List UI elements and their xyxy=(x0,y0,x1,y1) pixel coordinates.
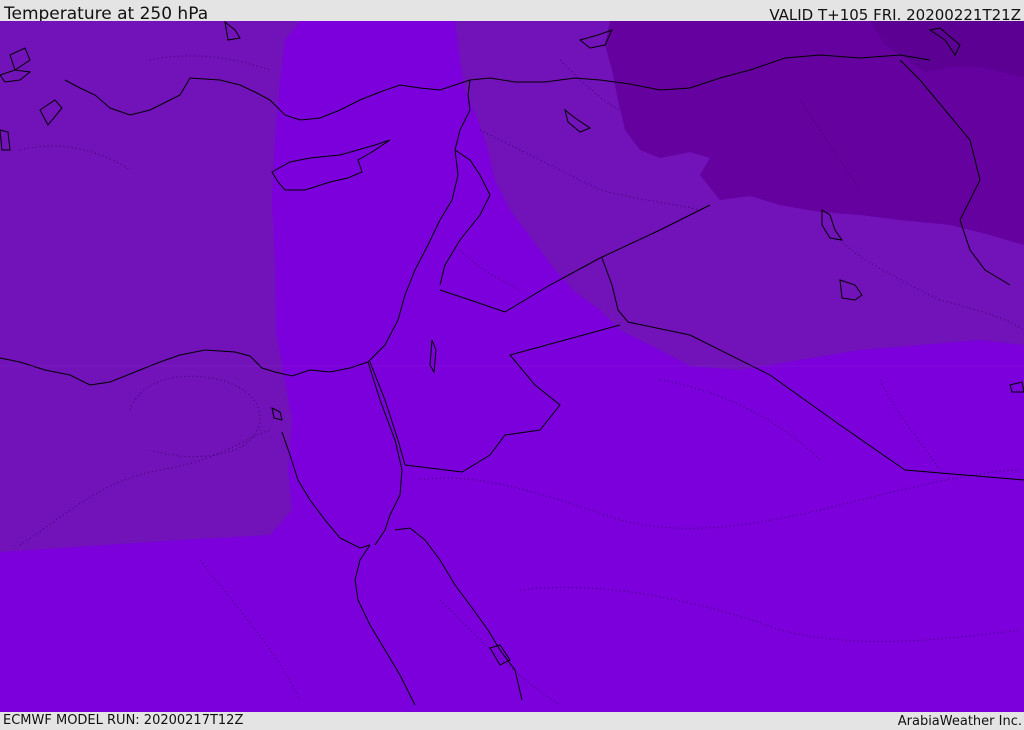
credit-text: ArabiaWeather Inc. xyxy=(897,714,1022,729)
header-bar: Temperature at 250 hPa VALID T+105 FRI. … xyxy=(0,0,1024,24)
weather-map[interactable] xyxy=(0,21,1024,712)
footer-bar: ECMWF MODEL RUN: 20200217T12Z ArabiaWeat… xyxy=(0,712,1024,729)
model-run: ECMWF MODEL RUN: 20200217T12Z xyxy=(3,713,244,728)
temperature-band-west xyxy=(0,21,300,552)
